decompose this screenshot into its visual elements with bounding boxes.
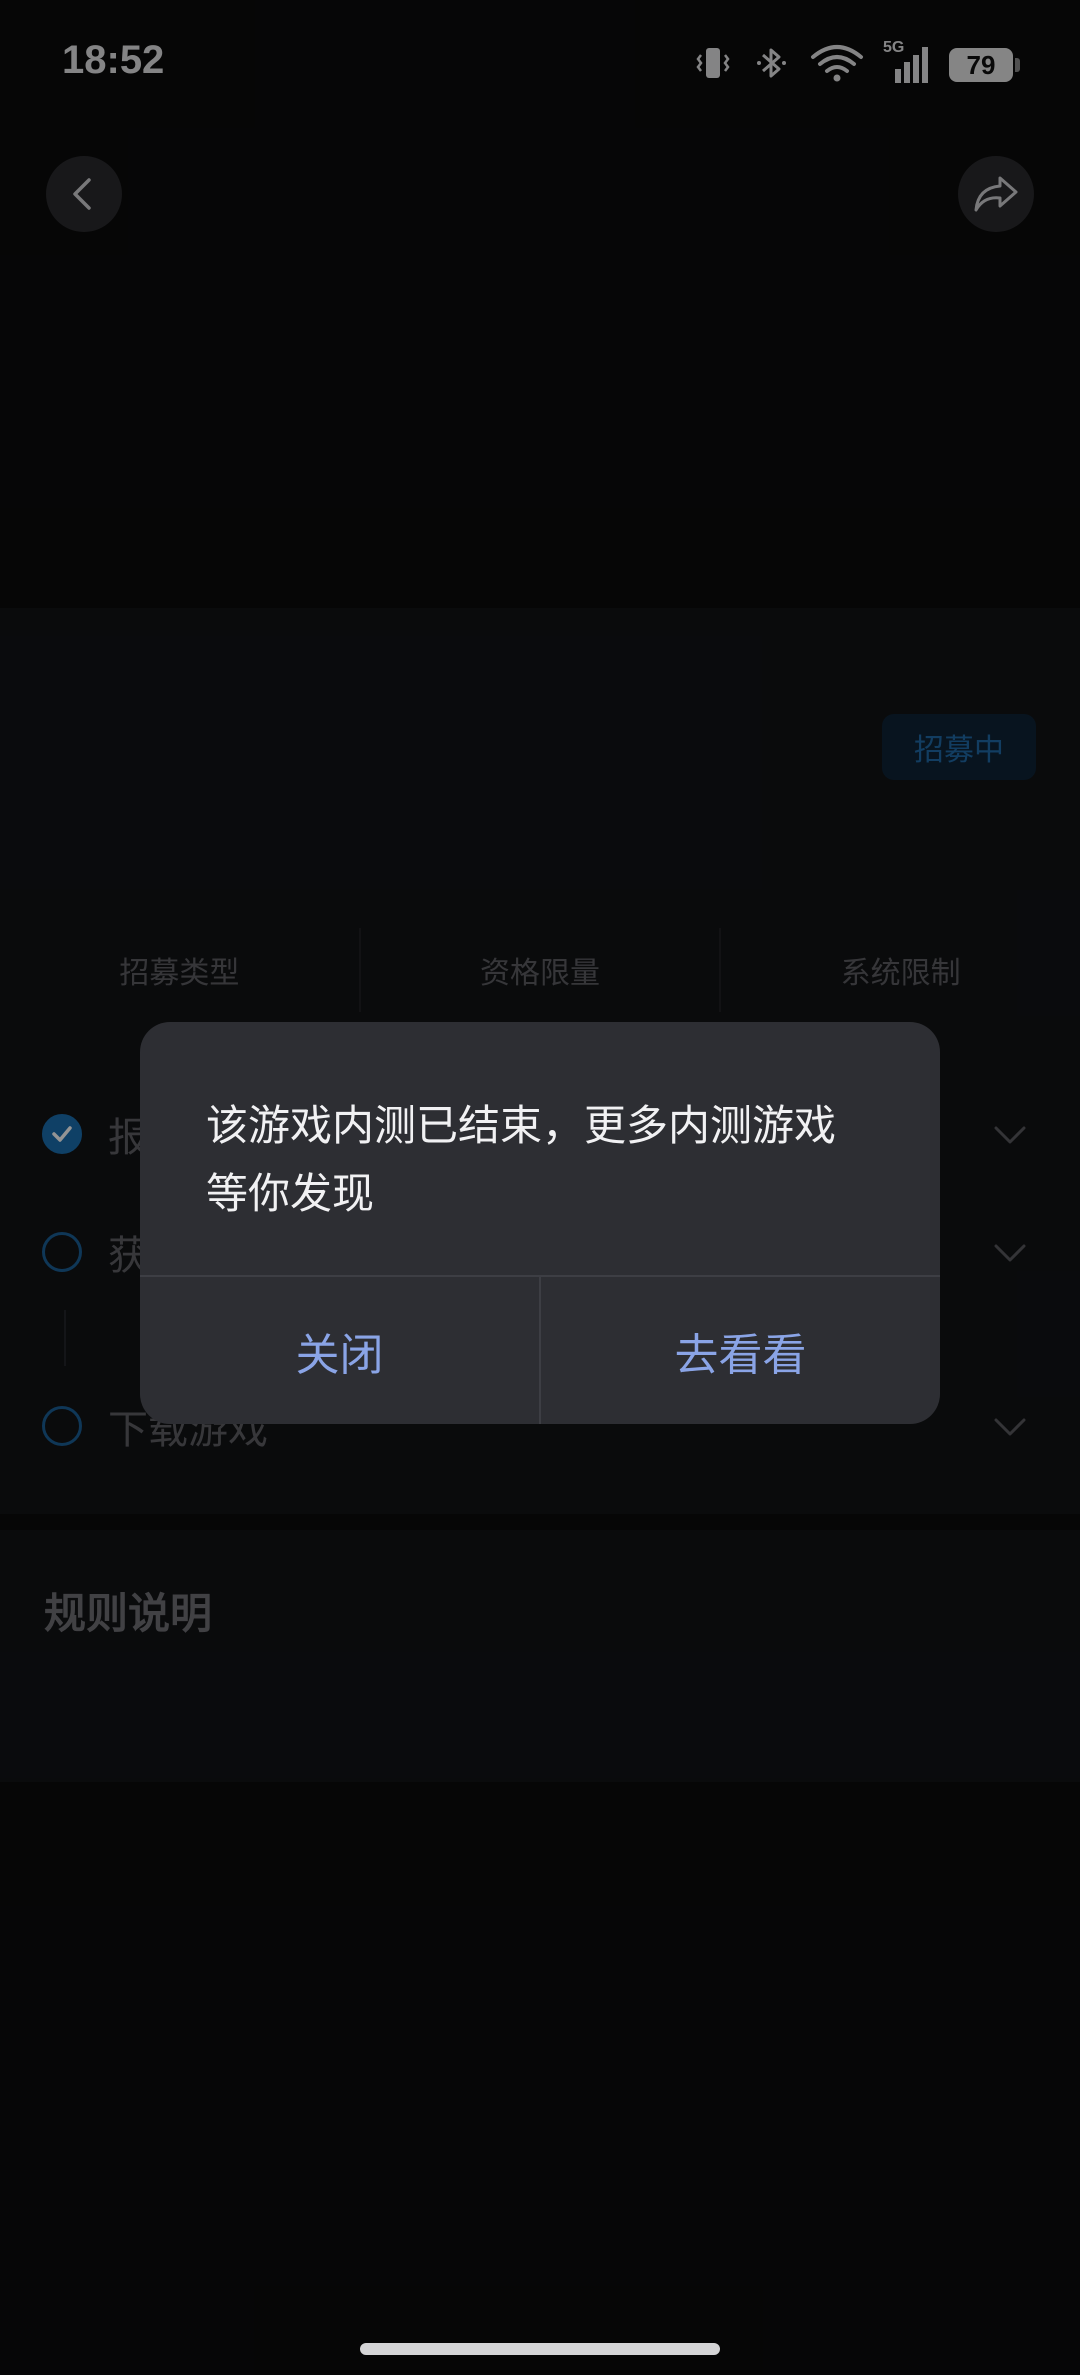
close-button[interactable]: 关闭	[140, 1277, 539, 1424]
dialog: 该游戏内测已结束，更多内测游戏等你发现 关闭 去看看	[140, 1022, 940, 1424]
go-see-button[interactable]: 去看看	[541, 1277, 940, 1424]
home-indicator[interactable]	[360, 2343, 720, 2355]
dialog-message: 该游戏内测已结束，更多内测游戏等你发现	[206, 1101, 837, 1218]
